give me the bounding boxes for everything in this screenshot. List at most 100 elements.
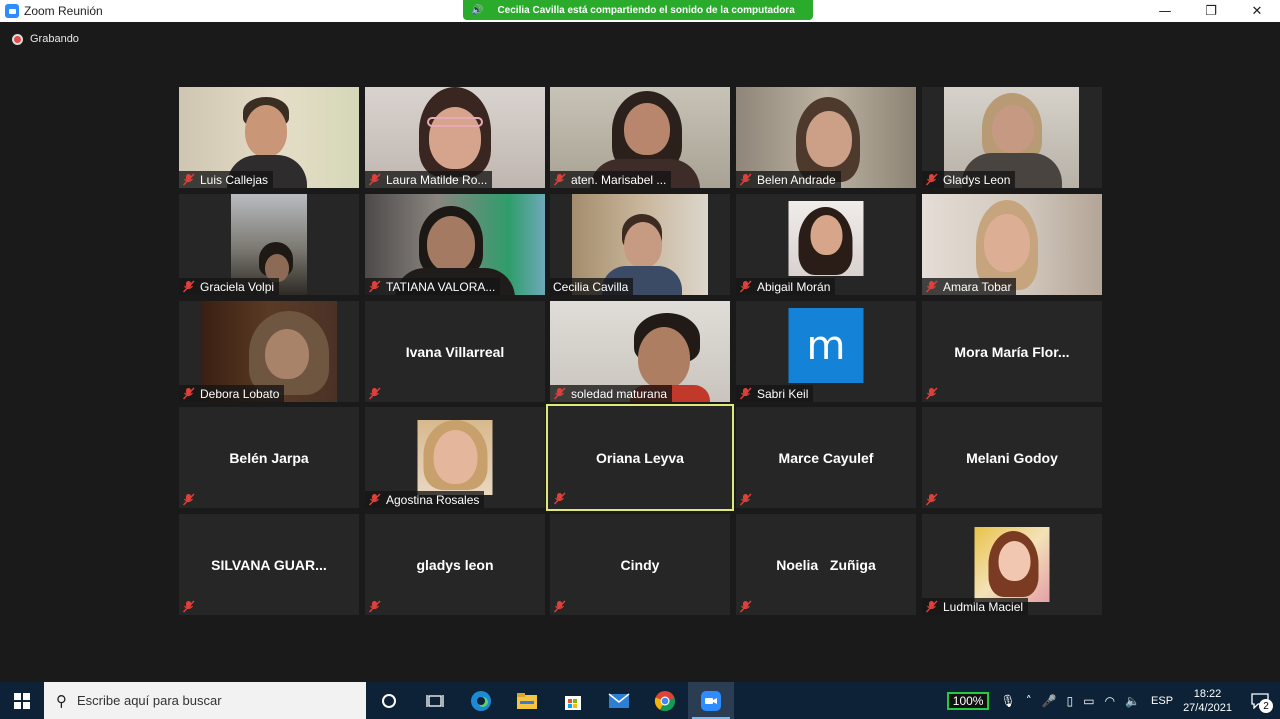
participant-tile[interactable]: Belen Andrade — [736, 87, 916, 188]
participant-tile[interactable]: Agostina Rosales — [365, 407, 545, 508]
sharing-audio-banner[interactable]: 🔊 Cecilia Cavilla está compartiendo el s… — [463, 0, 813, 20]
task-view-icon — [426, 694, 444, 707]
microphone-icon[interactable]: 🎙 — [1000, 694, 1015, 708]
participant-tile[interactable]: Gladys Leon — [922, 87, 1102, 188]
participant-tile[interactable]: soledad maturana — [550, 301, 730, 402]
participant-name-tag: Debora Lobato — [179, 385, 285, 402]
restore-button[interactable]: ❐ — [1188, 0, 1234, 22]
participant-tile[interactable]: gladys leon — [365, 514, 545, 615]
participant-tile[interactable]: Cindy — [550, 514, 730, 615]
participant-tile[interactable]: Melani Godoy — [922, 407, 1102, 508]
participant-tile[interactable]: Marce Cayulef — [736, 407, 916, 508]
cortana-icon — [382, 693, 396, 708]
battery-icon[interactable]: ▭ — [1083, 694, 1094, 708]
edge-icon — [471, 690, 491, 711]
zoom-icon — [701, 690, 721, 711]
windows-taskbar: ⚲ Escribe aquí para buscar 100% 🎙 ˄ 🎤 ▯ … — [0, 682, 1280, 719]
muted-mic-icon — [553, 600, 566, 613]
participant-tile[interactable]: m Sabri Keil — [736, 301, 916, 402]
participant-name-tag: Belen Andrade — [736, 171, 841, 188]
clock-date: 27/4/2021 — [1183, 701, 1232, 714]
folder-icon — [517, 692, 537, 709]
speaker-icon: 🔊 — [471, 4, 484, 16]
participant-tile-active-speaker[interactable]: Oriana Leyva — [546, 404, 734, 511]
muted-mic-icon — [739, 600, 752, 613]
close-button[interactable]: ✕ — [1234, 0, 1280, 22]
participant-tile[interactable]: SILVANA GUAR... — [179, 514, 359, 615]
participant-tile[interactable]: Mora María Flor... — [922, 301, 1102, 402]
action-center-button[interactable]: 2 — [1246, 682, 1274, 719]
language-indicator[interactable]: ESP — [1151, 695, 1173, 707]
participant-tile[interactable]: Abigail Morán — [736, 194, 916, 295]
muted-mic-icon — [182, 493, 195, 506]
muted-mic-icon — [368, 387, 381, 400]
muted-mic-icon — [925, 493, 938, 506]
participant-tile[interactable]: Amara Tobar — [922, 194, 1102, 295]
profile-photo — [788, 201, 864, 276]
system-tray: 100% 🎙 ˄ 🎤 ▯ ▭ ◠ 🔈 ESP 18:22 27/4/2021 2 — [946, 682, 1280, 719]
participant-name: Melani Godoy — [966, 449, 1058, 466]
gallery-view: Luis Callejas Laura Matilde Ro... aten. … — [179, 87, 1102, 615]
participant-tile[interactable]: Laura Matilde Ro... — [365, 87, 545, 188]
participant-tile[interactable]: Ludmila Maciel — [922, 514, 1102, 615]
muted-mic-icon — [182, 173, 195, 186]
participant-name-tag: Ludmila Maciel — [922, 598, 1029, 615]
windows-logo-icon — [14, 692, 30, 709]
store-icon — [565, 695, 581, 710]
cortana-button[interactable] — [366, 682, 412, 719]
participant-tile[interactable]: Luis Callejas — [179, 87, 359, 188]
participant-name-tag: Cecilia Cavilla — [550, 278, 634, 295]
participant-name: Cindy — [620, 556, 660, 573]
muted-mic-icon — [368, 280, 381, 293]
clock[interactable]: 18:22 27/4/2021 — [1183, 687, 1232, 715]
participant-name-tag: TATIANA VALORA... — [365, 278, 501, 295]
muted-mic-icon — [925, 280, 938, 293]
clock-time: 18:22 — [1193, 687, 1222, 700]
taskbar-search-box[interactable]: ⚲ Escribe aquí para buscar — [44, 682, 366, 719]
participant-name-tag: Luis Callejas — [179, 171, 274, 188]
participant-name: SILVANA GUAR... — [211, 556, 327, 573]
microphone-in-use-icon[interactable]: 🎤 — [1042, 694, 1057, 708]
search-icon: ⚲ — [56, 691, 67, 710]
participant-tile[interactable]: Debora Lobato — [179, 301, 359, 402]
record-icon — [12, 33, 23, 45]
participant-tile[interactable]: Cecilia Cavilla — [550, 194, 730, 295]
participant-tile[interactable]: TATIANA VALORA... — [365, 194, 545, 295]
participant-tile[interactable]: Noelia Zuñiga — [736, 514, 916, 615]
window-controls: — ❐ ✕ — [1142, 0, 1280, 22]
muted-mic-icon — [553, 173, 566, 186]
zoom-app-button[interactable] — [688, 682, 734, 719]
participant-tile[interactable]: aten. Marisabel ... — [550, 87, 730, 188]
participant-name-tag: Gladys Leon — [922, 171, 1016, 188]
participant-tile[interactable]: Graciela Volpi — [179, 194, 359, 295]
minimize-button[interactable]: — — [1142, 0, 1188, 22]
muted-mic-icon — [553, 492, 566, 505]
recording-indicator[interactable]: Grabando — [12, 33, 79, 45]
volume-icon[interactable]: 🔈 — [1125, 694, 1140, 708]
microsoft-store-button[interactable] — [550, 682, 596, 719]
battery-percentage[interactable]: 100% — [946, 691, 990, 710]
participant-name: Mora María Flor... — [954, 343, 1070, 360]
start-button[interactable] — [0, 682, 44, 719]
muted-mic-icon — [182, 600, 195, 613]
wifi-icon[interactable]: ◠ — [1105, 694, 1115, 708]
edge-app-button[interactable] — [458, 682, 504, 719]
usb-icon[interactable]: ▯ — [1067, 694, 1074, 708]
chevron-up-icon[interactable]: ˄ — [1026, 694, 1032, 708]
window-title: Zoom Reunión — [24, 4, 103, 18]
participant-tile[interactable]: Ivana Villarreal — [365, 301, 545, 402]
chrome-app-button[interactable] — [642, 682, 688, 719]
sharing-audio-text: Cecilia Cavilla está compartiendo el son… — [497, 4, 795, 16]
file-explorer-button[interactable] — [504, 682, 550, 719]
letter-avatar: m — [788, 308, 864, 383]
muted-mic-icon — [739, 493, 752, 506]
mail-app-button[interactable] — [596, 682, 642, 719]
chrome-icon — [654, 690, 675, 711]
participant-name: Ivana Villarreal — [405, 343, 505, 360]
participant-tile[interactable]: Belén Jarpa — [179, 407, 359, 508]
muted-mic-icon — [368, 173, 381, 186]
muted-mic-icon — [368, 600, 381, 613]
participant-name-tag: Abigail Morán — [736, 278, 836, 295]
muted-mic-icon — [182, 387, 195, 400]
task-view-button[interactable] — [412, 682, 458, 719]
